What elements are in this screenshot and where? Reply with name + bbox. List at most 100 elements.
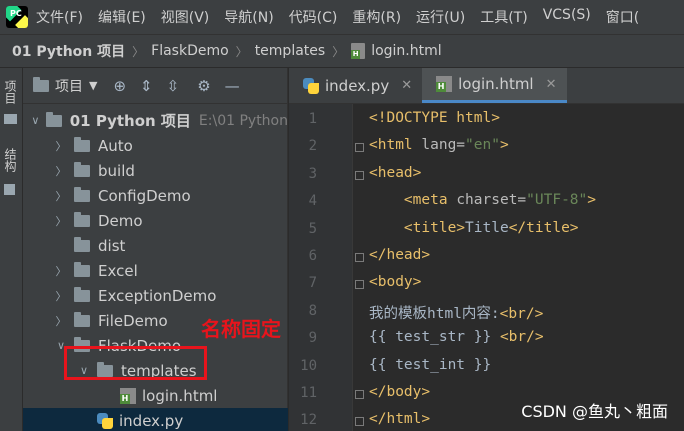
code-editor[interactable]: <!DOCTYPE html> <html lang="en"> <head> <m…: [289, 104, 684, 431]
menu-item[interactable]: 文件(F): [36, 7, 83, 27]
folder-icon: [74, 261, 90, 277]
code-token: <br/>: [499, 329, 544, 346]
code-token: </body>: [369, 384, 431, 400]
code-token: lang=: [421, 137, 466, 154]
fold-marker-icon[interactable]: [355, 417, 364, 427]
folder-icon: [45, 111, 62, 127]
breadcrumb: 01 Python 项目 〉 FlaskDemo 〉 templates 〉 l…: [0, 34, 684, 68]
menu-item[interactable]: 重构(R): [352, 7, 401, 27]
tree-item[interactable]: 〉 ConfigDemo: [23, 183, 288, 208]
code-token: <head>: [369, 164, 422, 181]
code-line: <!DOCTYPE html>: [369, 110, 500, 126]
line-number: 5: [308, 220, 317, 237]
tree-item[interactable]: 〉 build: [23, 158, 288, 183]
watermark: CSDN @鱼丸丶粗面: [521, 402, 668, 421]
close-tab-icon[interactable]: ✕: [401, 78, 412, 93]
line-number: 2: [308, 138, 317, 155]
folder-icon: [74, 186, 90, 202]
code-token: {{ test_str }}: [369, 329, 500, 346]
project-path-hint: E:\01 Python: [198, 112, 288, 129]
folder-icon: [4, 114, 17, 124]
tree-item[interactable]: 〉 ExceptionDemo: [23, 283, 288, 308]
code-token: <title>: [403, 219, 466, 236]
python-file-icon: [303, 77, 319, 94]
fold-marker-icon[interactable]: [355, 143, 364, 153]
project-panel-toolbar: 项目 ▼ ⊕ ⇕ ⇳ ⚙ —: [23, 68, 287, 104]
chevron-right-icon[interactable]: 〉: [54, 213, 68, 229]
menu-bar: PC 文件(F) 编辑(E) 视图(V) 导航(N) 代码(C) 重构(R) 运行(U) 工具…: [0, 0, 684, 34]
menu-item[interactable]: 运行(U): [416, 7, 465, 27]
menu-item[interactable]: 代码(C): [289, 7, 338, 27]
project-tool-tab[interactable]: 项目: [3, 80, 19, 104]
html-file-icon: [120, 387, 136, 404]
menu-item[interactable]: VCS(S): [543, 7, 591, 27]
editor-tab-label: index.py: [325, 76, 390, 95]
line-number: 7: [308, 275, 317, 292]
fold-marker-icon[interactable]: [355, 390, 364, 399]
line-number: 10: [300, 357, 317, 374]
close-tab-icon[interactable]: ✕: [546, 77, 557, 92]
menu-item[interactable]: 视图(V): [161, 7, 210, 27]
chevron-right-icon[interactable]: 〉: [54, 138, 68, 154]
tree-item-label: ExceptionDemo: [98, 286, 217, 305]
menu-item[interactable]: 编辑(E): [98, 7, 146, 27]
line-number: 12: [300, 412, 317, 429]
code-token: Title: [465, 219, 509, 236]
breadcrumb-login-html[interactable]: login.html: [371, 43, 441, 59]
code-token: >: [587, 192, 596, 209]
tree-item-label: 01 Python 项目: [69, 112, 191, 130]
code-line: <meta charset="UTF-8">: [369, 192, 596, 208]
code-token: "UTF-8": [526, 192, 588, 209]
hide-panel-icon[interactable]: —: [225, 77, 240, 95]
tree-item[interactable]: index.py: [23, 408, 288, 431]
code-line: <html lang="en">: [369, 137, 509, 153]
tree-item-label: login.html: [142, 386, 218, 405]
chevron-right-icon[interactable]: 〉: [54, 263, 68, 279]
tree-item[interactable]: 〉 Excel: [23, 258, 288, 283]
fold-marker-icon[interactable]: [355, 280, 364, 290]
tree-item-label: Auto: [98, 136, 133, 155]
breadcrumb-flaskdemo[interactable]: FlaskDemo: [151, 43, 229, 59]
code-token: <body>: [369, 274, 422, 291]
expand-all-icon[interactable]: ⇕: [140, 77, 153, 95]
chevron-right-icon[interactable]: 〉: [54, 188, 68, 204]
editor-tab[interactable]: login.html ✕: [422, 68, 567, 103]
gear-icon[interactable]: ⚙: [197, 77, 210, 95]
fold-marker-icon[interactable]: [355, 170, 364, 180]
code-line: </html>: [369, 411, 430, 427]
chevron-right-icon[interactable]: 〉: [54, 288, 68, 304]
code-token: <meta: [403, 192, 457, 209]
folder-icon: [74, 136, 90, 152]
tree-item[interactable]: dist: [23, 233, 288, 258]
code-token: {{ test_int }}: [369, 356, 492, 373]
editor-tab[interactable]: index.py ✕: [289, 68, 422, 103]
tree-item[interactable]: ∨ 01 Python 项目 E:\01 Python: [23, 108, 288, 133]
menu-item[interactable]: 工具(T): [480, 7, 527, 27]
tree-item[interactable]: 〉 Demo: [23, 208, 288, 233]
menu-item[interactable]: 窗口(: [606, 7, 639, 27]
folder-icon: [74, 211, 90, 227]
chevron-right-icon[interactable]: 〉: [54, 313, 68, 329]
html-file-icon: [436, 76, 453, 92]
annotation-highlight-box: [64, 346, 207, 380]
code-line: <body>: [369, 274, 421, 290]
tree-item[interactable]: 〉 Auto: [23, 133, 288, 158]
breadcrumb-templates[interactable]: templates: [255, 43, 326, 59]
editor-tab-label: login.html: [458, 75, 534, 93]
structure-tool-tab[interactable]: 结构: [3, 148, 19, 172]
editor-tab-bar: index.py ✕ login.html ✕: [289, 68, 684, 104]
line-number: 3: [308, 165, 317, 182]
fold-marker-icon[interactable]: [355, 253, 364, 262]
dropdown-caret-icon[interactable]: ▼: [89, 79, 97, 92]
line-number: 6: [308, 248, 317, 264]
menu-item[interactable]: 导航(N): [224, 7, 273, 27]
chevron-right-icon[interactable]: 〉: [54, 163, 68, 179]
locate-target-icon[interactable]: ⊕: [113, 77, 126, 95]
project-view-selector[interactable]: 项目: [55, 76, 83, 96]
breadcrumb-project[interactable]: 01 Python 项目: [12, 41, 125, 61]
annotation-label: 名称固定: [201, 317, 281, 341]
chevron-down-icon[interactable]: ∨: [31, 114, 40, 127]
collapse-all-icon[interactable]: ⇳: [167, 77, 180, 95]
code-line: </body>: [369, 384, 430, 400]
tree-item[interactable]: login.html: [23, 383, 288, 408]
